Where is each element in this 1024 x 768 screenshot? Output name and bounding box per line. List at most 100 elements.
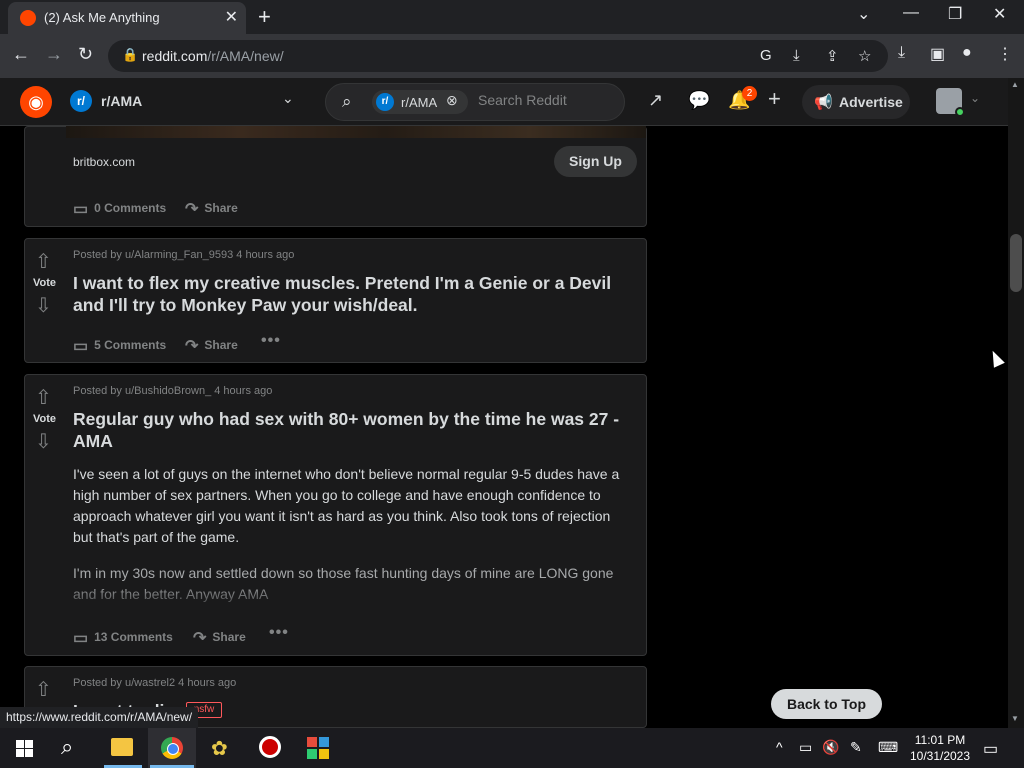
- post-title[interactable]: I want to flex my creative muscles. Pret…: [73, 272, 633, 316]
- profile-icon[interactable]: ●: [962, 44, 972, 62]
- share-page-icon[interactable]: ⇪: [826, 47, 839, 65]
- search-bar[interactable]: ⌕ r/ r/AMA ⊗: [325, 83, 625, 121]
- clock-time: 11:01 PM: [914, 733, 966, 747]
- share-icon: ↷: [185, 338, 199, 355]
- windows-taskbar: ⌕ ✿ ^ ▭ 🔇 ✎ ⌨ 11:01 PM 10/31/2023 ▭: [0, 728, 1024, 768]
- minimize-icon[interactable]: —: [903, 4, 919, 22]
- taskbar-clock[interactable]: 11:01 PM 10/31/2023: [905, 732, 975, 764]
- ad-image[interactable]: [66, 126, 646, 138]
- more-options-icon[interactable]: •••: [269, 624, 289, 642]
- mouse-cursor-icon: [987, 348, 1005, 368]
- downvote-icon[interactable]: ⇩: [35, 429, 52, 454]
- vote-label: Vote: [33, 277, 57, 289]
- community-icon: r/: [70, 90, 92, 112]
- popular-icon[interactable]: ↗: [648, 90, 663, 111]
- close-window-icon[interactable]: ✕: [993, 4, 1006, 24]
- scrollbar-thumb[interactable]: [1010, 234, 1022, 292]
- user-avatar[interactable]: [936, 88, 965, 117]
- file-explorer-icon[interactable]: [111, 738, 133, 756]
- share-button[interactable]: ↷ Share: [193, 628, 246, 648]
- browser-tab[interactable]: (2) Ask Me Anything ✕: [8, 2, 246, 34]
- back-to-top-button[interactable]: Back to Top: [771, 689, 882, 719]
- vote-column: ⇧ Vote ⇩: [25, 375, 65, 655]
- google-lens-icon[interactable]: G: [760, 47, 772, 64]
- megaphone-icon: 📢: [814, 94, 833, 111]
- comments-button[interactable]: ▭ 0 Comments: [73, 199, 166, 219]
- comments-button[interactable]: ▭ 5 Comments: [73, 336, 166, 356]
- upvote-icon[interactable]: ⇧: [35, 385, 52, 410]
- menu-kebab-icon[interactable]: ⋮: [997, 44, 1013, 64]
- body-fade-overlay: [73, 583, 633, 605]
- share-button[interactable]: ↷ Share: [185, 336, 238, 356]
- upvote-icon[interactable]: ⇧: [35, 677, 52, 702]
- ad-domain[interactable]: britbox.com: [73, 155, 135, 169]
- post-meta: Posted by u/BushidoBrown_ 4 hours ago: [73, 385, 273, 397]
- create-post-icon[interactable]: +: [768, 86, 781, 112]
- post-title[interactable]: Regular guy who had sex with 80+ women b…: [73, 408, 633, 452]
- app-bee-icon[interactable]: ✿: [211, 736, 228, 761]
- scroll-down-arrow-icon[interactable]: ▼: [1011, 714, 1019, 723]
- new-tab-icon[interactable]: +: [258, 4, 271, 30]
- pen-icon[interactable]: ✎: [850, 739, 862, 756]
- vote-label: Vote: [33, 413, 57, 425]
- action-center-icon[interactable]: ▭: [983, 739, 998, 759]
- post-body-paragraph: I've seen a lot of guys on the internet …: [73, 466, 620, 545]
- post-meta: Posted by u/wastrel2 4 hours ago: [73, 677, 237, 689]
- downloads-icon[interactable]: ⤓: [898, 44, 905, 62]
- reddit-logo-icon[interactable]: ◉: [20, 86, 52, 118]
- scroll-up-arrow-icon[interactable]: ▲: [1011, 80, 1019, 89]
- side-panel-icon[interactable]: ▣: [930, 44, 945, 64]
- chevron-down-icon[interactable]: ⌄: [282, 90, 294, 107]
- close-tab-icon[interactable]: ✕: [225, 7, 238, 27]
- reddit-favicon-icon: [20, 10, 36, 26]
- network-icon[interactable]: ▭: [799, 739, 812, 756]
- windows-start-icon[interactable]: [16, 740, 33, 757]
- chrome-icon[interactable]: [161, 737, 183, 759]
- more-options-icon[interactable]: •••: [261, 332, 281, 350]
- url-text[interactable]: reddit.com/r/AMA/new/: [142, 48, 284, 64]
- volume-muted-icon[interactable]: 🔇: [822, 739, 839, 756]
- tab-search-chevron-icon[interactable]: ⌄: [857, 4, 870, 24]
- comment-icon: ▭: [73, 630, 89, 647]
- downvote-icon[interactable]: ⇩: [35, 293, 52, 318]
- user-menu-chevron-icon[interactable]: ⌄: [970, 91, 980, 105]
- forward-icon[interactable]: →: [45, 44, 63, 65]
- scrollbar-track[interactable]: [1008, 78, 1024, 728]
- tray-overflow-chevron-icon[interactable]: ^: [776, 739, 783, 755]
- reload-icon[interactable]: ↻: [78, 44, 93, 65]
- post-card[interactable]: ⇧ Vote ⇩ Posted by u/BushidoBrown_ 4 hou…: [24, 374, 647, 656]
- post-card[interactable]: ⇧ Vote ⇩ Posted by u/Alarming_Fan_9593 4…: [24, 238, 647, 363]
- advertise-button[interactable]: 📢 Advertise: [802, 85, 910, 119]
- clear-chip-icon[interactable]: ⊗: [446, 92, 458, 109]
- community-name[interactable]: r/AMA: [101, 93, 142, 109]
- search-community-chip: r/ r/AMA ⊗: [372, 90, 468, 114]
- chip-label: r/AMA: [401, 95, 438, 110]
- comment-icon: ▭: [73, 201, 89, 218]
- comment-icon: ▭: [73, 338, 89, 355]
- restore-icon[interactable]: ❐: [948, 4, 962, 24]
- share-icon: ↷: [185, 201, 199, 218]
- reddit-header: ◉ r/ r/AMA ⌄ ⌕ r/ r/AMA ⊗ ↗ 💬 🔔 2 + 📢 Ad…: [0, 78, 1008, 126]
- bookmark-star-icon[interactable]: ☆: [858, 47, 871, 65]
- screen-recorder-icon[interactable]: [259, 736, 281, 758]
- chat-icon[interactable]: 💬: [688, 90, 710, 111]
- browser-toolbar: ← → ↻ 🔒 reddit.com/r/AMA/new/ G ⤓ ⇪ ☆ ⤓ …: [0, 34, 1024, 78]
- back-icon[interactable]: ←: [12, 44, 30, 65]
- taskbar-search-icon[interactable]: ⌕: [61, 734, 73, 760]
- community-chip-icon: r/: [376, 93, 394, 111]
- app-grid-icon[interactable]: [307, 737, 329, 759]
- browser-tab-bar: (2) Ask Me Anything ✕ + ⌄ — ❐ ✕: [0, 0, 1024, 34]
- upvote-icon[interactable]: ⇧: [35, 249, 52, 274]
- notification-count-badge: 2: [742, 86, 757, 101]
- install-app-icon[interactable]: ⤓: [793, 47, 800, 64]
- keyboard-icon[interactable]: ⌨: [878, 739, 898, 756]
- share-button[interactable]: ↷ Share: [185, 199, 238, 219]
- status-bar-url: https://www.reddit.com/r/AMA/new/: [0, 707, 199, 728]
- address-bar[interactable]: 🔒 reddit.com/r/AMA/new/ G ⤓ ⇪ ☆: [108, 40, 888, 72]
- vote-column: ⇧ Vote ⇩: [25, 239, 65, 362]
- share-icon: ↷: [193, 630, 207, 647]
- search-input[interactable]: [478, 92, 608, 108]
- comments-button[interactable]: ▭ 13 Comments: [73, 628, 173, 648]
- sign-up-button[interactable]: Sign Up: [554, 146, 637, 177]
- post-meta: Posted by u/Alarming_Fan_9593 4 hours ag…: [73, 249, 295, 261]
